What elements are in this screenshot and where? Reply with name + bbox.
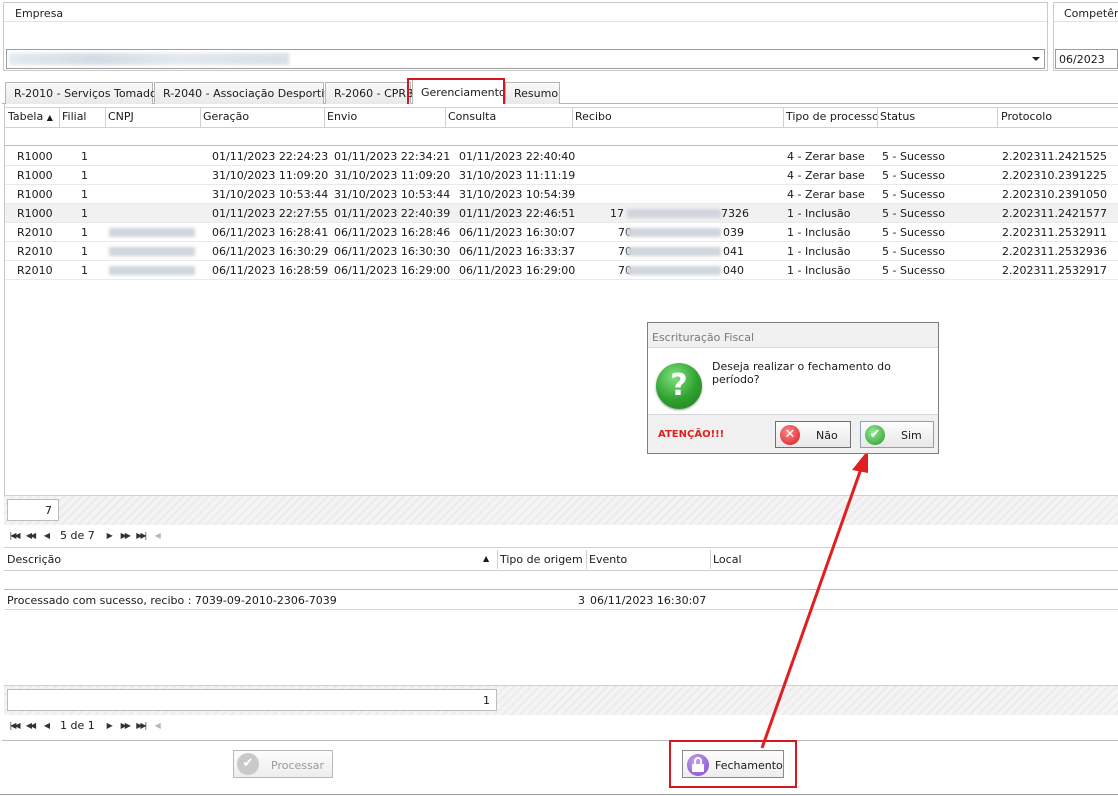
- dialog-message: Deseja realizar o fechamento do período?: [712, 360, 891, 386]
- nao-label: Não: [816, 429, 838, 442]
- nao-button[interactable]: ✕ Não: [775, 421, 851, 448]
- close-icon: ✕: [780, 425, 800, 445]
- dialog-body: ? Deseja realizar o fechamento do períod…: [648, 347, 938, 415]
- annotation-arrow: [760, 450, 868, 749]
- question-icon: ?: [656, 363, 702, 409]
- sim-label: Sim: [901, 429, 922, 442]
- arrow-shaft: [760, 465, 864, 749]
- warning-text: ATENÇÃO!!!: [658, 429, 725, 440]
- dialog-title: Escrituração Fiscal: [652, 331, 755, 344]
- check-icon: ✔: [865, 425, 885, 445]
- sim-button[interactable]: ✔ Sim: [860, 421, 934, 448]
- confirm-dialog: Escrituração Fiscal ? Deseja realizar o …: [647, 322, 939, 454]
